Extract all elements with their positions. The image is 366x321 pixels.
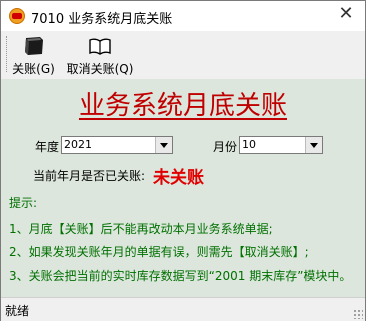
tips-title: 提示:	[9, 196, 38, 210]
month-value: 10	[242, 138, 256, 151]
status-label: 当前年月是否已关账:	[33, 169, 146, 183]
status-bar: 就绪	[1, 297, 365, 321]
year-label: 年度	[35, 140, 60, 154]
cancel-close-label: 取消关账(Q)	[66, 62, 134, 76]
year-dropdown-arrow-icon[interactable]	[155, 137, 172, 153]
title-bar: 7010 业务系统月底关账 ✕	[1, 1, 365, 31]
year-value: 2021	[64, 138, 92, 151]
toolbar-grip	[6, 36, 9, 72]
tip-item: 3、关账会把当前的实时库存数据写到“2001 期末库存”模块中。	[9, 269, 352, 283]
app-icon	[9, 8, 25, 24]
month-dropdown-arrow-icon[interactable]	[305, 137, 322, 153]
close-account-button[interactable]: 关账(G)	[11, 34, 56, 76]
main-panel: 业务系统月底关账 年度 2021 月份 10 当前年月是否已关账: 未关账 提示…	[1, 79, 365, 297]
status-value: 未关账	[153, 168, 204, 188]
book-closed-icon	[24, 37, 43, 55]
toolbar: 关账(G) 取消关账(Q)	[1, 31, 365, 79]
tip-item: 1、月底【关账】后不能再改动本月业务系统单据;	[9, 222, 273, 236]
cancel-close-button[interactable]: 取消关账(Q)	[63, 34, 137, 76]
close-button[interactable]: ✕	[337, 5, 355, 23]
tip-item: 2、如果发现关账年月的单据有误，则需先【取消关账】;	[9, 245, 309, 259]
month-select[interactable]: 10	[239, 136, 323, 154]
status-text: 就绪	[5, 304, 30, 318]
app-window: 7010 业务系统月底关账 ✕ 关账(G) 取消关账(Q) 业务系统月底关账 年…	[0, 0, 366, 321]
resize-grip-icon[interactable]	[353, 309, 363, 319]
year-select[interactable]: 2021	[61, 136, 173, 154]
month-label: 月份	[213, 140, 238, 154]
window-title: 7010 业务系统月底关账	[31, 12, 173, 27]
page-title: 业务系统月底关账	[78, 91, 287, 121]
book-open-icon	[89, 38, 111, 55]
close-account-label: 关账(G)	[12, 62, 55, 76]
